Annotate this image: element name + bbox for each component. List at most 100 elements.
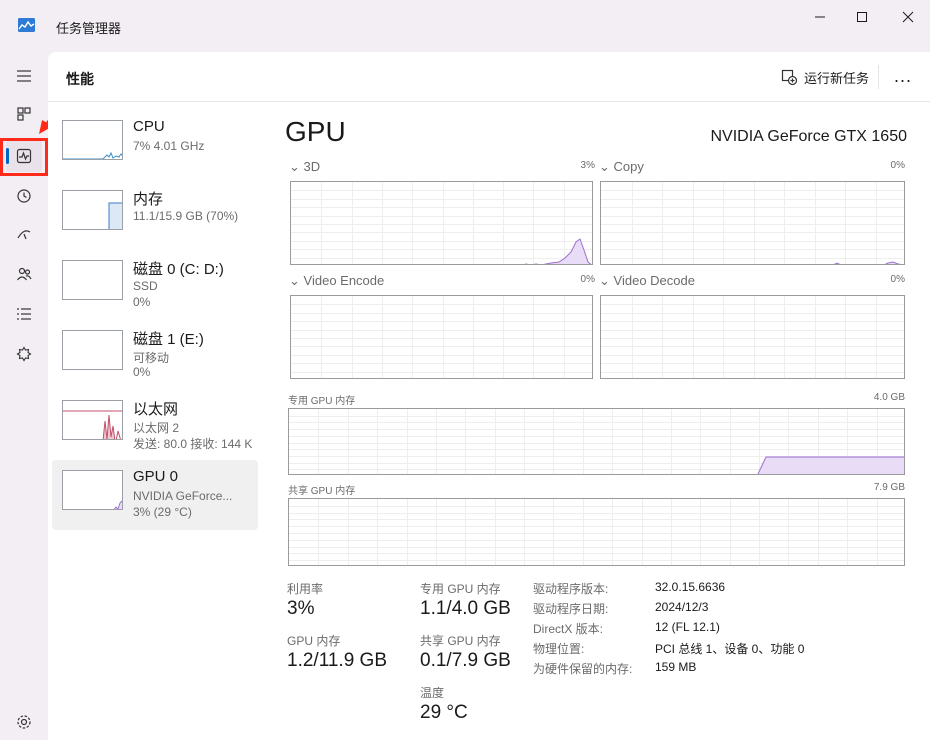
engine-label: Video Encode <box>303 273 385 288</box>
processes-icon <box>17 107 31 121</box>
device-usage: 0% <box>133 365 151 379</box>
gpu-title: GPU <box>285 116 346 147</box>
page-title: 性能 <box>66 71 94 87</box>
dedicated-memory-max: 4.0 GB <box>873 392 905 403</box>
engine-3d-graph <box>290 181 593 265</box>
menu-button[interactable] <box>6 60 42 92</box>
engine-video-encode-selector[interactable]: ⌄ Video Encode <box>289 273 384 289</box>
physical-location-label: 物理位置: <box>533 642 585 656</box>
shared-mem-stat-value: 0.1/7.9 GB <box>420 650 511 671</box>
startup-icon <box>17 230 31 240</box>
directx-version-value: 12 (FL 12.1) <box>655 620 720 634</box>
engine-video-decode-graph <box>600 295 905 379</box>
engine-copy-selector[interactable]: ⌄ Copy <box>599 159 644 175</box>
users-nav[interactable] <box>6 258 42 290</box>
dedicated-mem-stat-label: 专用 GPU 内存 <box>420 582 501 596</box>
device-disk-1[interactable]: 磁盘 1 (E:) 可移动 0% <box>52 320 258 390</box>
device-detail: 7% 4.01 GHz <box>133 139 205 153</box>
page-header: 性能 运行新任务 ... <box>48 52 930 102</box>
device-name: GPU 0 <box>133 468 179 485</box>
engine-label: Copy <box>613 159 644 174</box>
menu-icon <box>17 70 31 82</box>
engine-copy-graph <box>600 181 905 265</box>
device-name: 以太网 <box>133 401 179 418</box>
driver-version-value: 32.0.15.6636 <box>655 580 726 594</box>
gpu-mem-stat-label: GPU 内存 <box>287 634 341 648</box>
more-options-button[interactable]: ... <box>894 66 912 87</box>
dedicated-mem-stat-value: 1.1/4.0 GB <box>420 598 511 619</box>
run-new-task-label: 运行新任务 <box>804 70 870 86</box>
engine-value: 3% <box>580 160 595 171</box>
device-throughput: 发送: 80.0 接收: 144 K <box>133 437 253 451</box>
new-task-icon <box>781 69 797 85</box>
app-history-nav[interactable] <box>6 180 42 212</box>
minimize-button[interactable] <box>802 6 838 28</box>
services-icon <box>16 346 32 362</box>
maximize-icon <box>857 12 867 22</box>
gpu-mem-stat-value: 1.2/11.9 GB <box>287 650 387 671</box>
reserved-memory-value: 159 MB <box>655 660 697 674</box>
device-detail: SSD <box>133 279 158 293</box>
driver-date-label: 驱动程序日期: <box>533 602 609 616</box>
shared-memory-graph <box>288 498 905 566</box>
details-nav[interactable] <box>6 298 42 330</box>
device-detail: 可移动 <box>133 351 170 365</box>
cpu-thumbnail-graph <box>62 120 123 160</box>
chevron-down-icon: ⌄ <box>289 273 300 288</box>
memory-thumbnail-graph <box>62 190 123 230</box>
minimize-icon <box>815 16 825 18</box>
settings-icon <box>17 715 31 729</box>
engine-video-encode-graph <box>290 295 593 379</box>
device-name: 内存 <box>133 191 164 208</box>
services-nav[interactable] <box>6 338 42 370</box>
engine-value: 0% <box>580 274 595 285</box>
device-ethernet[interactable]: 以太网 以太网 2 发送: 80.0 接收: 144 K <box>52 390 258 460</box>
run-new-task-button[interactable]: 运行新任务 <box>781 67 869 87</box>
engine-video-decode-selector[interactable]: ⌄ Video Decode <box>599 273 695 289</box>
window-title: 任务管理器 <box>56 21 122 36</box>
main-panel: 性能 运行新任务 ... CPU 7% 4.01 GHz 内存 11.1/15.… <box>48 52 930 740</box>
device-gpu-0[interactable]: GPU 0 NVIDIA GeForce... 3% (29 °C) <box>52 460 258 530</box>
device-detail: 以太网 2 <box>133 421 180 435</box>
disk0-thumbnail-graph <box>62 260 123 300</box>
device-detail: 11.1/15.9 GB (70%) <box>133 209 239 223</box>
ethernet-thumbnail-graph <box>62 400 123 440</box>
shared-memory-label: 共享 GPU 内存 <box>288 486 356 497</box>
temperature-value: 29 °C <box>420 702 468 723</box>
shared-mem-stat-label: 共享 GPU 内存 <box>420 634 501 648</box>
reserved-memory-label: 为硬件保留的内存: <box>533 662 633 676</box>
device-detail: NVIDIA GeForce... <box>133 489 233 503</box>
red-highlight-box <box>0 138 48 176</box>
shared-memory-max: 7.9 GB <box>873 482 905 493</box>
header-divider <box>878 65 879 89</box>
chevron-down-icon: ⌄ <box>289 159 300 174</box>
utilization-label: 利用率 <box>287 582 324 596</box>
users-icon <box>17 267 32 281</box>
maximize-button[interactable] <box>844 6 880 28</box>
temperature-label: 温度 <box>420 686 445 700</box>
driver-version-label: 驱动程序版本: <box>533 582 609 596</box>
details-icon <box>17 308 31 320</box>
engine-value: 0% <box>890 160 905 171</box>
device-list: CPU 7% 4.01 GHz 内存 11.1/15.9 GB (70%) 磁盘… <box>52 110 258 530</box>
disk1-thumbnail-graph <box>62 330 123 370</box>
dedicated-memory-label: 专用 GPU 内存 <box>288 396 356 407</box>
engine-label: Video Decode <box>613 273 695 288</box>
device-disk-0[interactable]: 磁盘 0 (C: D:) SSD 0% <box>52 250 258 320</box>
directx-version-label: DirectX 版本: <box>533 622 604 636</box>
dedicated-memory-graph <box>288 408 905 475</box>
chevron-down-icon: ⌄ <box>599 159 610 174</box>
settings-nav[interactable] <box>6 706 42 738</box>
device-memory[interactable]: 内存 11.1/15.9 GB (70%) <box>52 180 258 250</box>
close-button[interactable] <box>890 6 926 28</box>
engine-value: 0% <box>890 274 905 285</box>
engine-label: 3D <box>303 159 321 174</box>
close-icon <box>902 11 914 23</box>
engine-3d-selector[interactable]: ⌄ 3D <box>289 159 320 175</box>
startup-apps-nav[interactable] <box>6 218 42 250</box>
device-usage: 0% <box>133 295 151 309</box>
device-name: 磁盘 0 (C: D:) <box>133 261 224 278</box>
device-usage: 3% (29 °C) <box>133 505 192 519</box>
device-name: 磁盘 1 (E:) <box>133 331 204 348</box>
device-cpu[interactable]: CPU 7% 4.01 GHz <box>52 110 258 180</box>
